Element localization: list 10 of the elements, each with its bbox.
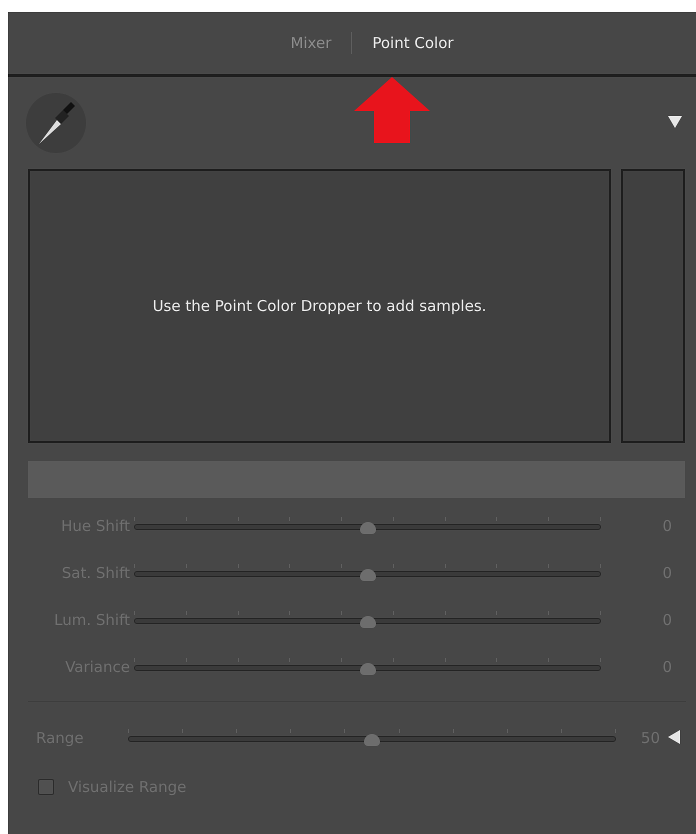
slider-track[interactable] [134, 564, 601, 582]
dropdown-triangle-icon[interactable] [668, 116, 682, 130]
panel-tab[interactable]: Point Color [372, 34, 454, 52]
slider-track[interactable] [134, 611, 601, 629]
annotation-arrow-icon [354, 77, 430, 143]
collapse-triangle-icon[interactable] [668, 730, 680, 746]
slider-track[interactable] [134, 517, 601, 535]
slider-track[interactable] [134, 658, 601, 676]
slider-track[interactable] [128, 729, 616, 747]
sample-hint: Use the Point Color Dropper to add samples. [152, 297, 486, 315]
